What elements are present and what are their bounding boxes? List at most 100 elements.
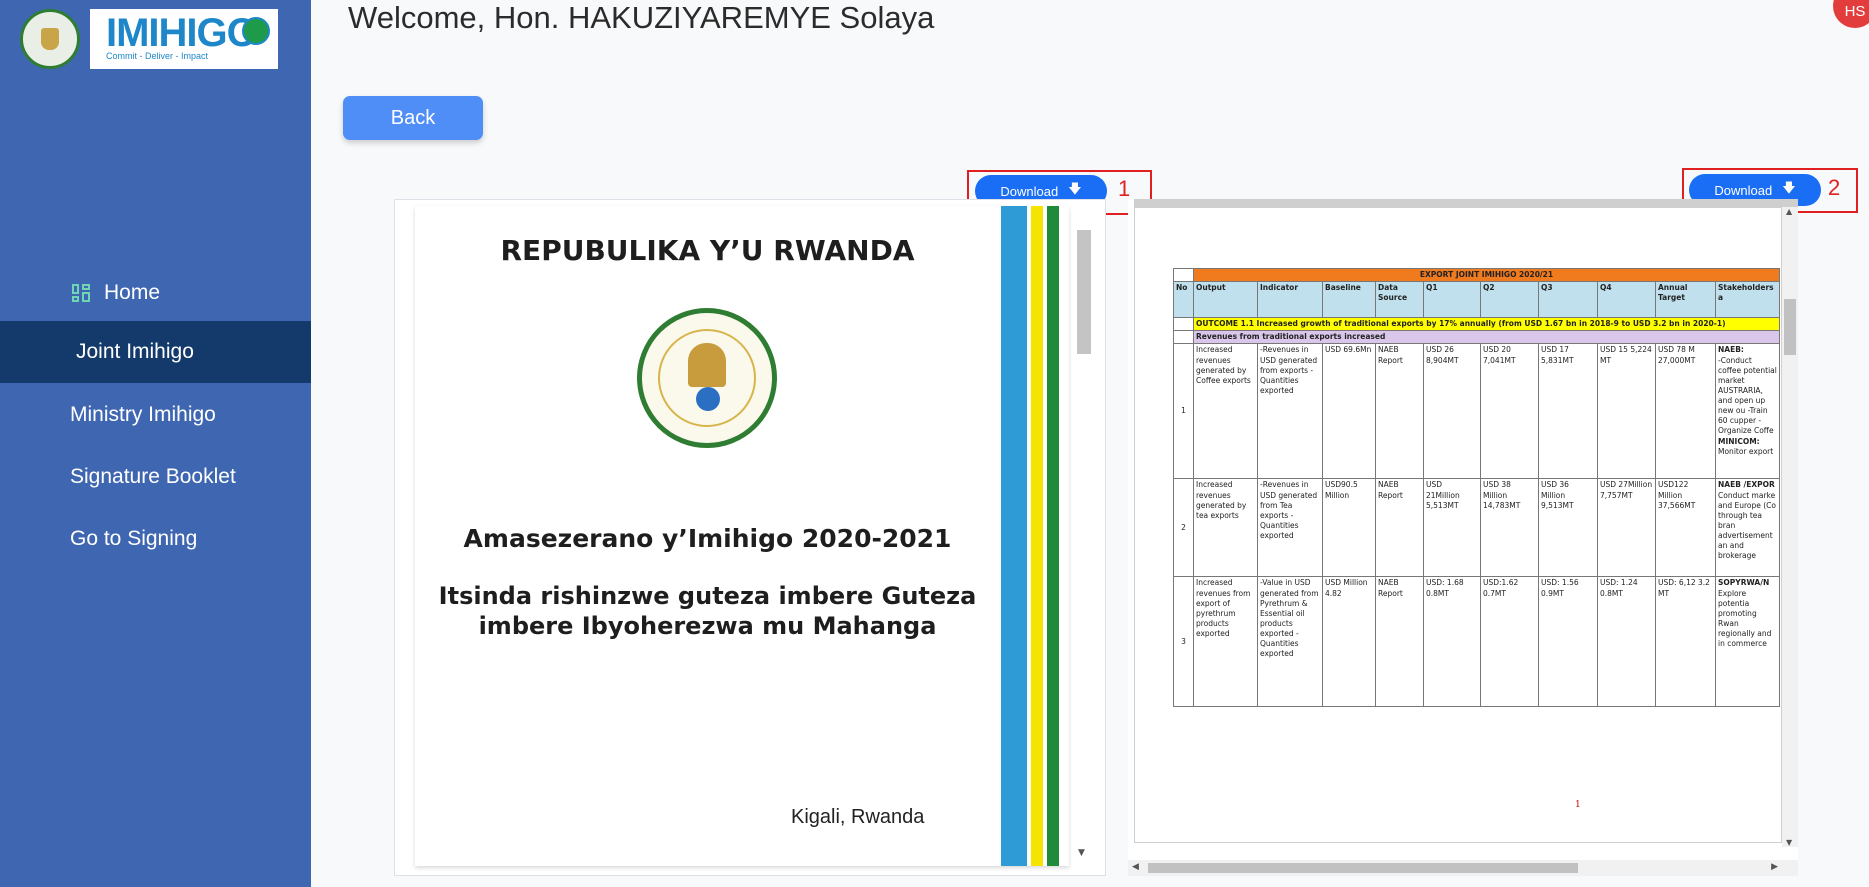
- stakeholder-head: NAEB:: [1718, 345, 1744, 355]
- logo-tagline: Commit - Deliver - Impact: [106, 51, 209, 61]
- table-cell: NAEB Report: [1375, 478, 1424, 578]
- scrollbar-thumb[interactable]: [1148, 863, 1578, 873]
- table-cell: SOPYRWA/N Explore potentia promoting Rwan…: [1715, 576, 1780, 708]
- sidebar-item-label: Joint Imihigo: [76, 340, 194, 363]
- column-header: Q2: [1480, 281, 1539, 319]
- table-cell: Increased revenues generated by Coffee e…: [1193, 343, 1258, 480]
- document-viewer-2[interactable]: EXPORT JOINT IMIHIGO 2020/21 No Output I…: [1128, 199, 1798, 876]
- scrollbar-thumb[interactable]: [1077, 230, 1091, 354]
- column-header: Q4: [1597, 281, 1656, 319]
- table-cell: [1173, 267, 1194, 283]
- flag-stripe-yellow: [1031, 206, 1043, 866]
- table-cell: USD Million 4.82: [1322, 576, 1376, 708]
- welcome-message: Welcome, Hon. HAKUZIYAREMYE Solaya: [348, 0, 935, 35]
- table-cell: USD: 1.68 0.8MT: [1423, 576, 1481, 708]
- avatar[interactable]: HS: [1833, 0, 1869, 28]
- sidebar: IMIHIGO Commit - Deliver - Impact Home J…: [0, 0, 311, 887]
- sidebar-item-home[interactable]: Home: [0, 262, 311, 324]
- row-number: 2: [1173, 478, 1194, 578]
- sidebar-item-ministry-imihigo[interactable]: Ministry Imihigo: [0, 384, 311, 446]
- sidebar-item-label: Home: [104, 281, 161, 304]
- doc-heading: Amasezerano y’Imihigo 2020-2021: [463, 524, 952, 553]
- stakeholder-head: SOPYRWA/N: [1718, 578, 1770, 588]
- column-header: Annual Target: [1655, 281, 1716, 319]
- column-header: Q3: [1538, 281, 1598, 319]
- table-cell: Increased revenues generated by tea expo…: [1193, 478, 1258, 578]
- table-cell: USD 38 Million 14,783MT: [1480, 478, 1539, 578]
- rwanda-emblem-icon: [20, 9, 80, 69]
- table-row: 2 Increased revenues generated by tea ex…: [1173, 478, 1780, 578]
- table-cell: USD 27Million 7,757MT: [1597, 478, 1656, 578]
- logo-text: IMIHIGO: [106, 11, 258, 55]
- scrollbar-thumb[interactable]: [1784, 299, 1796, 355]
- scroll-left-icon[interactable]: ◀: [1132, 862, 1139, 872]
- viewer-toolbar: [1134, 199, 1798, 207]
- vertical-scrollbar[interactable]: ▲ ▼: [1782, 207, 1798, 847]
- app-logo[interactable]: IMIHIGO Commit - Deliver - Impact: [18, 6, 282, 72]
- revenues-row: Revenues from traditional exports increa…: [1193, 330, 1780, 345]
- column-header: Indicator: [1257, 281, 1323, 319]
- outcome-row: OUTCOME 1.1 Increased growth of traditio…: [1193, 317, 1780, 332]
- table-cell: NAEB Report: [1375, 576, 1424, 708]
- doc-subheading-line-1: Itsinda rishinzwe guteza imbere Guteza: [438, 582, 977, 610]
- stakeholder-text: -Conduct coffee potential market AUSTRAR…: [1718, 355, 1777, 436]
- sidebar-item-go-to-signing[interactable]: Go to Signing: [0, 508, 311, 570]
- scroll-right-icon[interactable]: ▶: [1771, 862, 1778, 872]
- table-cell: USD 26 8,904MT: [1423, 343, 1481, 480]
- table-cell: USD 21Million 5,513MT: [1423, 478, 1481, 578]
- table-cell: USD: 1.24 0.8MT: [1597, 576, 1656, 708]
- document-viewer-1[interactable]: REPUBULIKA Y’U RWANDA Amasezerano y’Imih…: [394, 199, 1106, 876]
- rwanda-seal-icon: [637, 308, 777, 448]
- horizontal-scrollbar[interactable]: ◀ ▶: [1128, 860, 1798, 876]
- sidebar-item-signature-booklet[interactable]: Signature Booklet: [0, 446, 311, 508]
- table-title: EXPORT JOINT IMIHIGO 2020/21: [1193, 267, 1780, 283]
- imihigo-table: EXPORT JOINT IMIHIGO 2020/21 No Output I…: [1173, 267, 1780, 708]
- column-header: Baseline: [1322, 281, 1376, 319]
- stakeholder-text: Monitor export: [1718, 446, 1774, 456]
- table-cell: NAEB /EXPOR Conduct marke and Europe (Co …: [1715, 478, 1780, 578]
- stakeholder-text: Conduct marke and Europe (Co through tea…: [1718, 490, 1777, 561]
- doc-location: Kigali, Rwanda: [791, 806, 925, 828]
- doc-title: REPUBULIKA Y’U RWANDA: [500, 234, 915, 267]
- table-cell: -Revenues in USD generated from Tea expo…: [1257, 478, 1323, 578]
- table-cell: USD90.5 Million: [1322, 478, 1376, 578]
- scroll-up-icon[interactable]: ▲: [1786, 207, 1792, 216]
- globe-icon: [242, 17, 270, 45]
- flag-stripe-blue: [1001, 206, 1027, 866]
- table-cell: [1173, 317, 1194, 332]
- table-cell: USD: 6,12 3.2 MT: [1655, 576, 1716, 708]
- column-header: Data Source: [1375, 281, 1424, 319]
- table-cell: USD: 1.56 0.9MT: [1538, 576, 1598, 708]
- table-row: 1 Increased revenues generated by Coffee…: [1173, 343, 1780, 480]
- imihigo-logo: IMIHIGO Commit - Deliver - Impact: [90, 9, 278, 69]
- doc-subheading-line-2: imbere Ibyoherezwa mu Mahanga: [478, 612, 937, 640]
- marker-number-2: 2: [1828, 175, 1841, 200]
- sidebar-item-joint-imihigo[interactable]: Joint Imihigo: [0, 321, 311, 383]
- sidebar-item-label: Ministry Imihigo: [70, 403, 216, 426]
- table-cell: USD 78 M 27,000MT: [1655, 343, 1716, 480]
- document-page: EXPORT JOINT IMIHIGO 2020/21 No Output I…: [1134, 207, 1782, 843]
- table-cell: USD 69.6Mn: [1322, 343, 1376, 480]
- dashboard-icon: [72, 284, 90, 302]
- table-cell: -Revenues in USD generated from exports …: [1257, 343, 1323, 480]
- stakeholder-head: NAEB /EXPOR: [1718, 480, 1775, 490]
- download-label: Download: [1714, 182, 1773, 198]
- table-cell: NAEB Report: [1375, 343, 1424, 480]
- stakeholder-text: Explore potentia promoting Rwan regional…: [1718, 588, 1772, 649]
- table-cell: USD 20 7,041MT: [1480, 343, 1539, 480]
- scroll-down-icon[interactable]: ▼: [1078, 848, 1085, 858]
- table-cell: USD 15 5,224 MT: [1597, 343, 1656, 480]
- table-cell: USD 36 Million 9,513MT: [1538, 478, 1598, 578]
- table-cell: Increased revenues from export of pyreth…: [1193, 576, 1258, 708]
- scroll-down-icon[interactable]: ▼: [1786, 838, 1792, 847]
- table-cell: USD 17 5,831MT: [1538, 343, 1598, 480]
- arrow-down-icon: 🡇: [1782, 180, 1796, 195]
- column-header: Output: [1193, 281, 1258, 319]
- vertical-scrollbar[interactable]: ▼: [1075, 218, 1091, 858]
- column-header: Q1: [1423, 281, 1481, 319]
- stakeholder-head: MINICOM:: [1718, 436, 1760, 446]
- table-cell: USD122 Million 37,566MT: [1655, 478, 1716, 578]
- back-button[interactable]: Back: [343, 96, 483, 140]
- row-number: 3: [1173, 576, 1194, 708]
- table-cell: NAEB: -Conduct coffee potential market AU…: [1715, 343, 1780, 480]
